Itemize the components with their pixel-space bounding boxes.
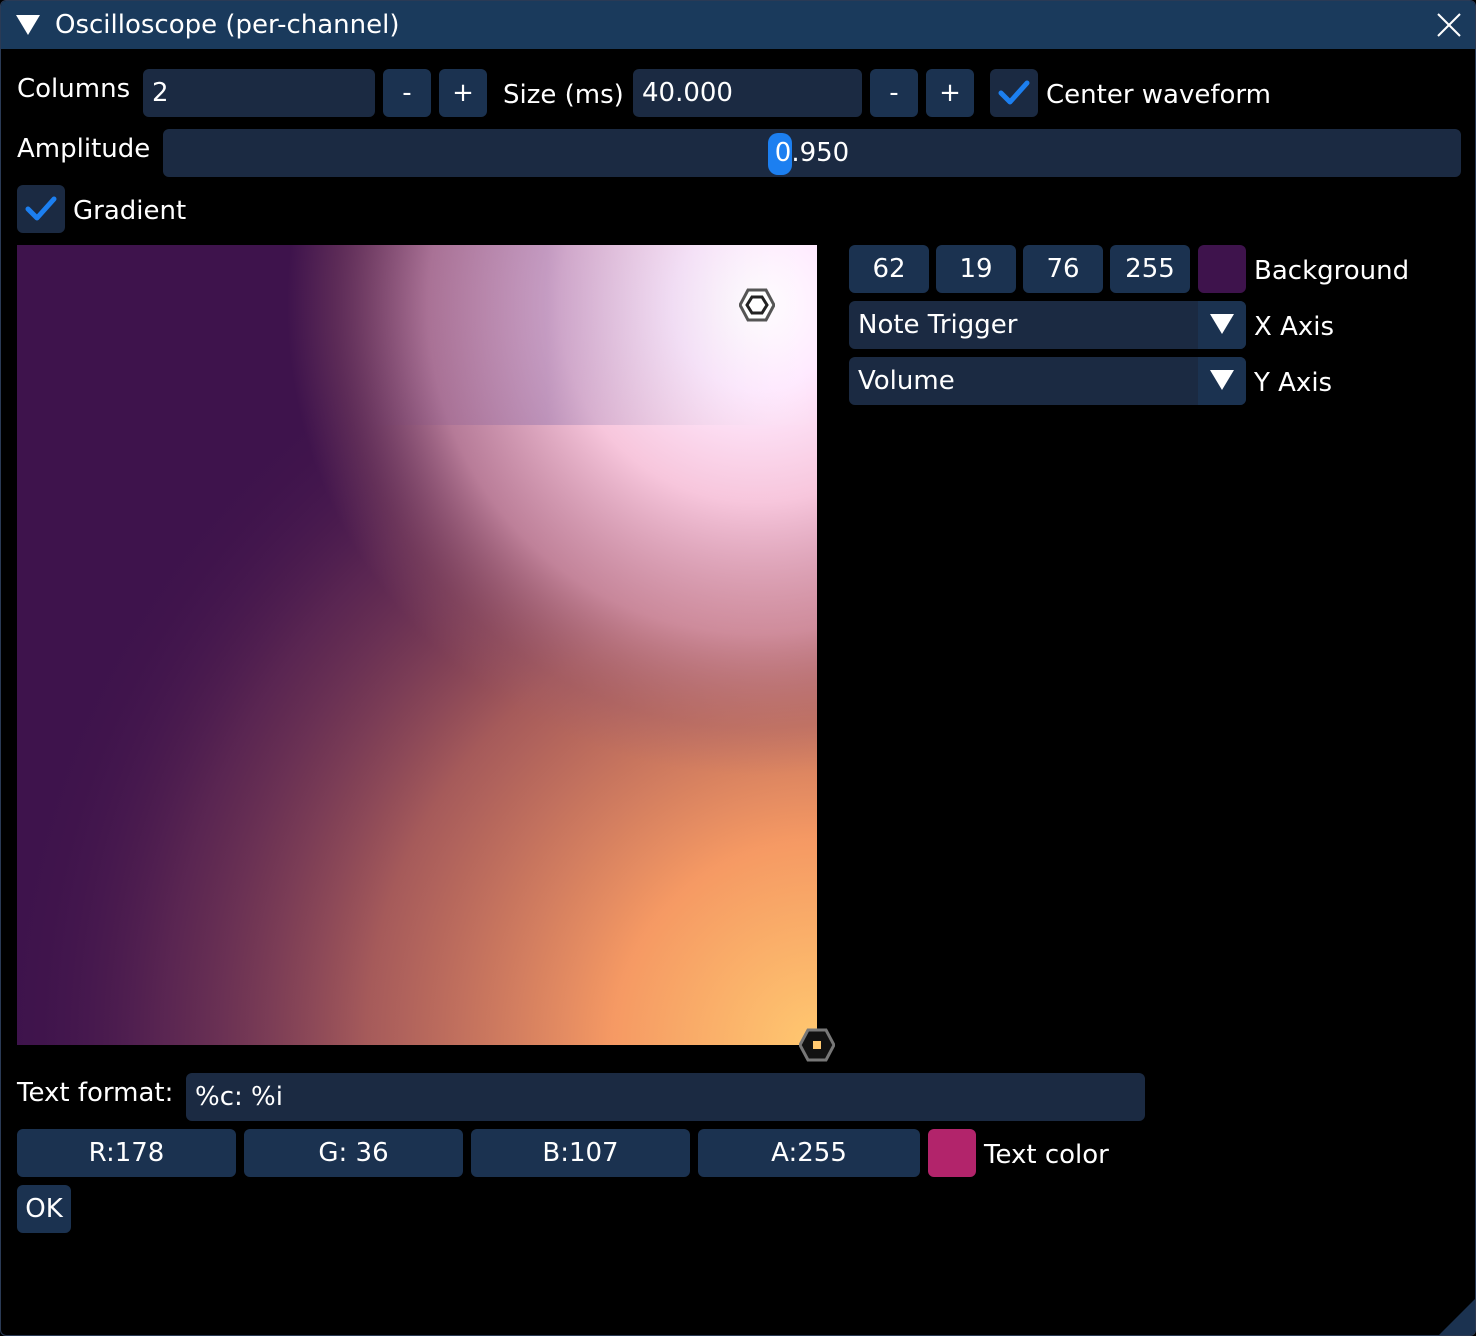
- checkmark-icon: [25, 196, 57, 221]
- collapse-triangle-icon[interactable]: [15, 14, 41, 36]
- oscilloscope-window: Oscilloscope (per-channel) Columns 2 - +…: [0, 0, 1476, 1336]
- size-decrement-button[interactable]: -: [870, 69, 918, 117]
- size-label: Size (ms): [503, 80, 624, 110]
- center-waveform-label: Center waveform: [1046, 80, 1271, 110]
- columns-decrement-button[interactable]: -: [383, 69, 431, 117]
- columns-label: Columns: [17, 74, 131, 104]
- text-format-input[interactable]: %c: %i: [186, 1073, 1145, 1121]
- close-icon[interactable]: [1435, 11, 1463, 39]
- text-format-label: Text format:: [17, 1078, 174, 1108]
- x-axis-label: X Axis: [1254, 312, 1335, 342]
- columns-input[interactable]: 2: [143, 69, 375, 117]
- x-axis-combo[interactable]: Note Trigger: [849, 301, 1246, 349]
- window-title: Oscilloscope (per-channel): [55, 10, 400, 40]
- x-axis-selected-value: Note Trigger: [858, 310, 1018, 340]
- text-color-b-input[interactable]: B:107: [471, 1129, 690, 1177]
- gradient-label: Gradient: [73, 196, 187, 226]
- columns-increment-button[interactable]: +: [439, 69, 487, 117]
- title-bar[interactable]: Oscilloscope (per-channel): [1, 1, 1475, 49]
- y-axis-dropdown-button[interactable]: [1198, 357, 1246, 405]
- y-axis-selected-value: Volume: [858, 366, 955, 396]
- y-axis-combo[interactable]: Volume: [849, 357, 1246, 405]
- resize-grip-icon[interactable]: [1437, 1297, 1476, 1336]
- background-g-input[interactable]: 19: [936, 245, 1016, 293]
- y-axis-label: Y Axis: [1254, 368, 1333, 398]
- gradient-point-handle-icon[interactable]: [739, 287, 775, 323]
- size-input[interactable]: 40.000: [633, 69, 862, 117]
- gradient-checkbox[interactable]: [17, 185, 65, 233]
- text-color-a-input[interactable]: A:255: [698, 1129, 920, 1177]
- center-waveform-checkbox[interactable]: [990, 69, 1038, 117]
- x-axis-dropdown-button[interactable]: [1198, 301, 1246, 349]
- background-b-input[interactable]: 76: [1023, 245, 1103, 293]
- text-color-r-input[interactable]: R:178: [17, 1129, 236, 1177]
- gradient-corner-handle-icon[interactable]: [799, 1027, 835, 1063]
- gradient-preview: [17, 245, 817, 1045]
- text-color-label: Text color: [984, 1140, 1109, 1170]
- amplitude-value: 0.950: [774, 138, 850, 168]
- background-color-swatch[interactable]: [1198, 245, 1246, 293]
- text-color-g-input[interactable]: G: 36: [244, 1129, 463, 1177]
- chevron-down-icon: [1210, 370, 1234, 390]
- gradient-picker-canvas[interactable]: [17, 245, 817, 1045]
- background-a-input[interactable]: 255: [1110, 245, 1190, 293]
- size-increment-button[interactable]: +: [926, 69, 974, 117]
- chevron-down-icon: [1210, 314, 1234, 334]
- checkmark-icon: [998, 80, 1030, 105]
- text-color-swatch[interactable]: [928, 1129, 976, 1177]
- ok-button[interactable]: OK: [17, 1185, 71, 1233]
- amplitude-label: Amplitude: [17, 134, 151, 164]
- background-label: Background: [1254, 256, 1410, 286]
- background-r-input[interactable]: 62: [849, 245, 929, 293]
